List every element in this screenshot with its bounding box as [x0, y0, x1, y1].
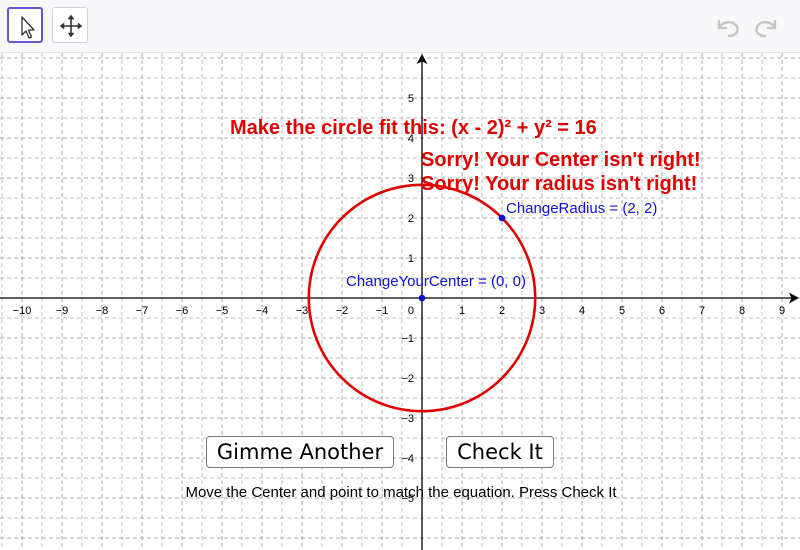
four-arrows-move-icon — [59, 14, 83, 38]
radius-point-label: ChangeRadius = (2, 2) — [506, 200, 657, 217]
center-feedback-text: Sorry! Your Center isn't right! — [421, 149, 701, 171]
y-tick-label: 5 — [408, 93, 414, 105]
redo-button[interactable] — [752, 13, 780, 41]
x-tick-label: −4 — [256, 305, 269, 317]
x-tick-label: −7 — [136, 305, 149, 317]
undo-arrow-icon — [717, 19, 739, 38]
radius-feedback-text: Sorry! Your radius isn't right! — [421, 173, 697, 195]
center-point-label: ChangeYourCenter = (0, 0) — [346, 273, 526, 290]
center-point[interactable] — [418, 294, 426, 302]
gimme-another-label: Gimme Another — [216, 439, 384, 464]
x-tick-label: 5 — [619, 305, 625, 317]
x-tick-label: −8 — [96, 305, 109, 317]
y-tick-label: 3 — [408, 173, 414, 185]
x-tick-label: −3 — [296, 305, 309, 317]
x-tick-label: 6 — [659, 305, 665, 317]
y-tick-labels: 54321−1−2−3−4−5 — [401, 93, 414, 505]
y-tick-label: −2 — [401, 373, 414, 385]
y-tick-label: −4 — [401, 453, 414, 465]
cursor-arrow-icon — [21, 16, 35, 39]
x-tick-label: −5 — [216, 305, 229, 317]
x-tick-label: −2 — [336, 305, 349, 317]
x-tick-label: 1 — [459, 305, 465, 317]
undo-button[interactable] — [714, 13, 742, 41]
redo-arrow-icon — [755, 19, 777, 38]
x-tick-labels: −10 −9 −8 −7 −6 −5 −4 −3 −2 −1 1 2 3 4 5 6 7 8 9 — [13, 305, 785, 317]
check-it-button[interactable]: Check It — [446, 436, 554, 468]
y-tick-label: 1 — [408, 253, 414, 265]
move-tool-button[interactable] — [7, 7, 43, 43]
x-tick-label: 7 — [699, 305, 705, 317]
target-equation-text: Make the circle fit this: (x - 2)² + y² … — [230, 117, 597, 139]
x-tick-label: −6 — [176, 305, 189, 317]
x-tick-label: 2 — [499, 305, 505, 317]
toolbar — [0, 0, 800, 53]
gimme-another-button[interactable]: Gimme Another — [206, 436, 394, 468]
instructions-text: Move the Center and point to match the e… — [185, 484, 617, 501]
x-tick-label: −1 — [376, 305, 389, 317]
y-tick-label: −3 — [401, 413, 414, 425]
x-tick-label: −10 — [13, 305, 32, 317]
x-tick-label: −9 — [56, 305, 69, 317]
x-tick-label: 9 — [779, 305, 785, 317]
radius-point[interactable] — [498, 214, 506, 222]
move-graphics-view-button[interactable] — [52, 7, 88, 43]
y-tick-label: −1 — [401, 333, 414, 345]
x-tick-label: 3 — [539, 305, 545, 317]
y-tick-label: 2 — [408, 213, 414, 225]
x-tick-label: 4 — [579, 305, 585, 317]
x-tick-label: 8 — [739, 305, 745, 317]
check-it-label: Check It — [457, 439, 543, 464]
graphics-view[interactable]: −10 −9 −8 −7 −6 −5 −4 −3 −2 −1 1 2 3 4 5 6 7 8 9 5 4 3 2 1 −1 −2… — [0, 53, 800, 550]
origin-label: 0 — [408, 305, 414, 317]
